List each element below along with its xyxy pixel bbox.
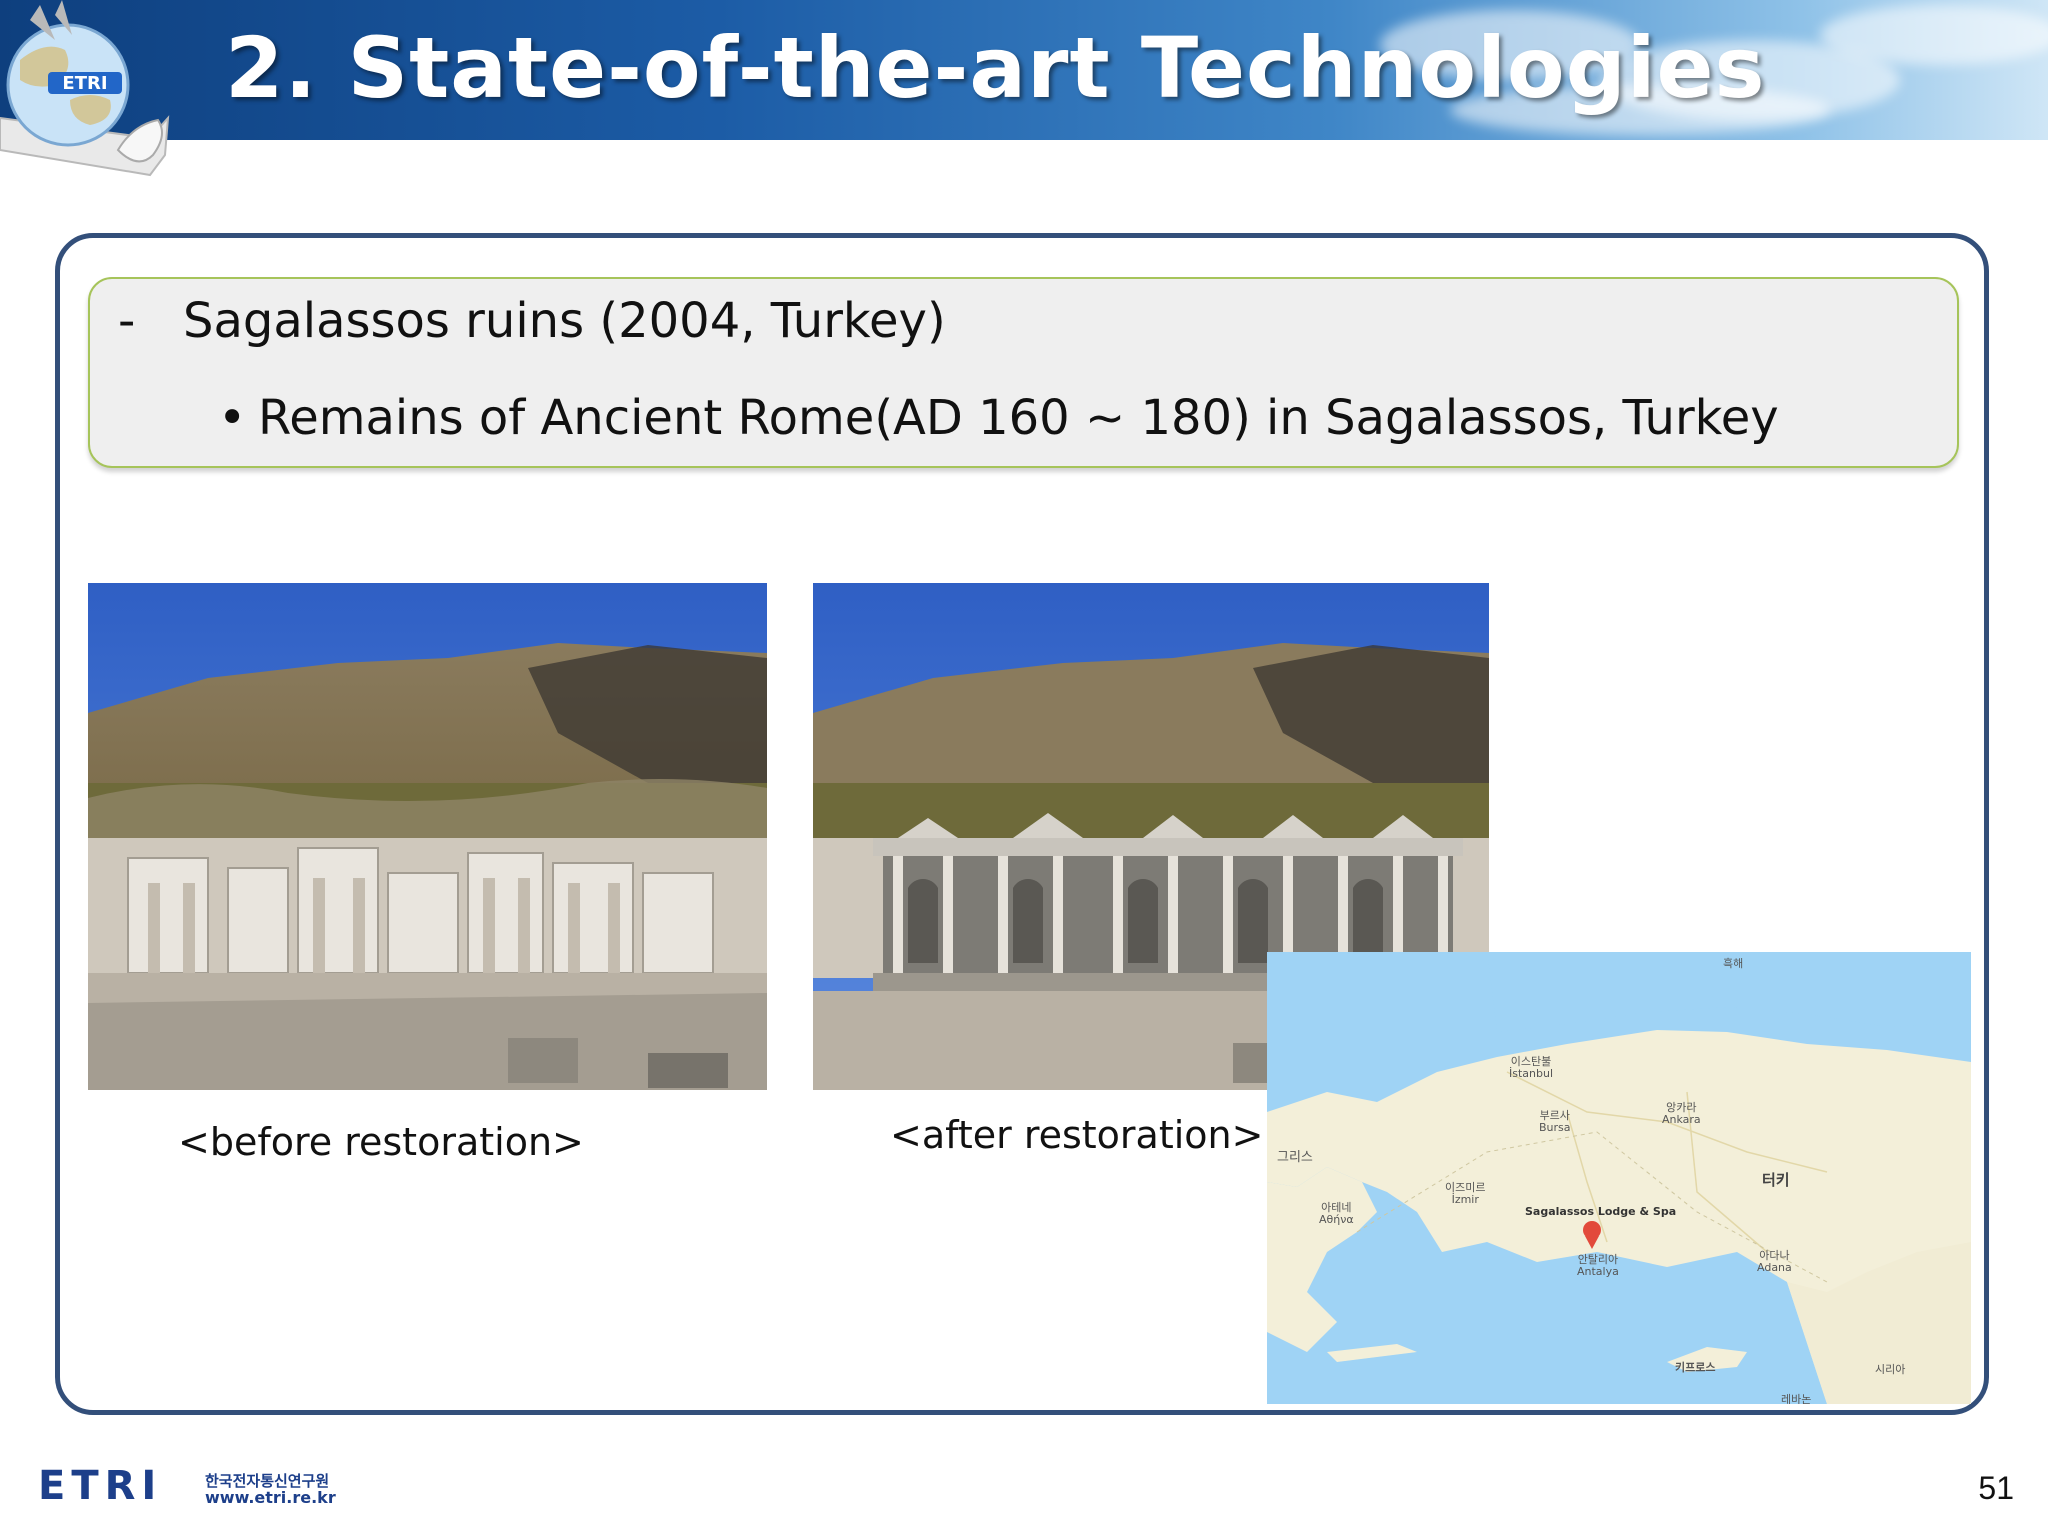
callout-heading: Sagalassos ruins (2004, Turkey) [183, 293, 946, 349]
callout-subpoint: Remains of Ancient Rome(AD 160 ~ 180) in… [258, 390, 1779, 446]
header-banner: 2. State-of-the-art Technologies [0, 0, 2048, 140]
map-label-istanbul: 이스탄불 İstanbul [1509, 1055, 1554, 1080]
before-restoration-photo [88, 583, 767, 1090]
map-label-cyprus: 키프로스 [1675, 1361, 1716, 1374]
map-label-sagalassos-lodge[interactable]: Sagalassos Lodge & Spa [1525, 1206, 1676, 1218]
callout-line-2: • Remains of Ancient Rome(AD 160 ~ 180) i… [218, 390, 1779, 446]
map-label-syria: 시리아 [1875, 1363, 1906, 1376]
etri-footer-logo: ETRI [38, 1463, 163, 1509]
callout-line-1: - Sagalassos ruins (2004, Turkey) [118, 293, 946, 349]
map-label-lebanon: 레바논 [1781, 1393, 1812, 1405]
map-label-ankara: 앙카라 Ankara [1662, 1101, 1701, 1126]
map-label-athens: 아테네 Αθήνα [1319, 1201, 1354, 1226]
bullet-marker: • [218, 390, 247, 446]
map-label-izmir: 이즈미르 İzmir [1445, 1181, 1486, 1206]
emblem-text: ETRI [62, 73, 107, 94]
map-label-bursa: 부르사 Bursa [1539, 1109, 1571, 1134]
after-caption: <after restoration> [890, 1113, 1264, 1157]
before-caption: <before restoration> [178, 1120, 584, 1164]
page-number: 51 [1978, 1470, 2014, 1506]
dash-marker: - [118, 293, 136, 349]
map-label-antalya: 안탈리아 Antalya [1577, 1253, 1619, 1278]
location-map[interactable]: 흑해 이스탄불 İstanbul 부르사 Bursa 앙카라 Ankara 그리스 이… [1267, 952, 1971, 1404]
map-label-turkey: 터키 [1762, 1171, 1790, 1189]
map-label-adana: 아다나 Adana [1757, 1249, 1792, 1274]
page-title: 2. State-of-the-art Technologies [225, 19, 1766, 117]
org-url: www.etri.re.kr [205, 1488, 336, 1507]
map-label-greece: 그리스 [1277, 1150, 1313, 1165]
etri-globe-logo: ETRI [0, 0, 170, 177]
map-label-black-sea: 흑해 [1723, 957, 1744, 970]
